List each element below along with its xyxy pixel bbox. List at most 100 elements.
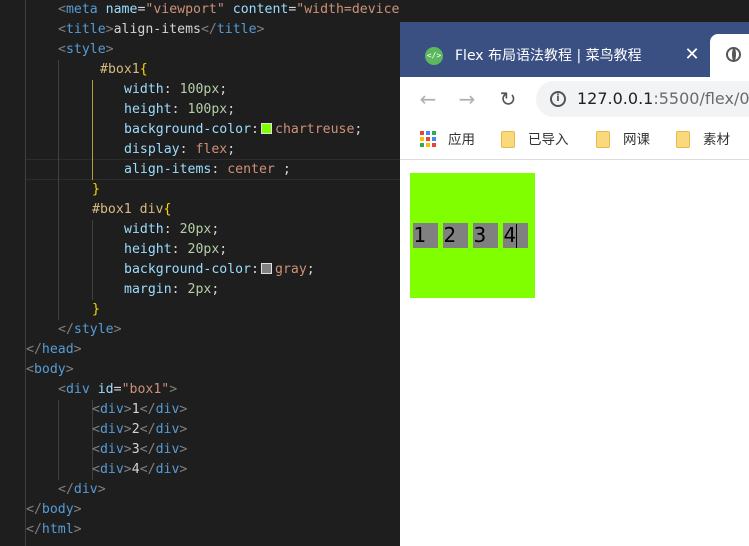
code-line: #box1 div{ xyxy=(0,200,400,220)
bookmark-course[interactable]: 网课 xyxy=(623,130,650,150)
code-token: 100px xyxy=(187,102,228,117)
apps-grid-icon[interactable] xyxy=(420,131,437,148)
code-token: : xyxy=(179,142,196,157)
code-token: 1 xyxy=(131,402,140,417)
code-line: <title>align-items</title> xyxy=(0,20,400,40)
tab-localhost[interactable] xyxy=(710,34,749,77)
code-token: > xyxy=(123,402,132,417)
code-token: content xyxy=(232,2,289,17)
code-token: </ xyxy=(26,342,42,357)
code-token: center xyxy=(227,162,275,177)
flex-item-4-text: 4 xyxy=(503,223,517,247)
code-token: flex xyxy=(195,142,228,157)
text-cursor xyxy=(515,224,517,248)
forward-button[interactable]: → xyxy=(455,87,479,111)
code-token: < xyxy=(26,362,34,377)
code-line: height: 20px; xyxy=(0,240,400,260)
code-token: = xyxy=(113,382,122,397)
code-token: > xyxy=(105,22,114,37)
reload-button[interactable]: ↻ xyxy=(496,87,520,111)
code-token: gray xyxy=(275,262,307,277)
code-token: > xyxy=(179,402,188,417)
code-token: div xyxy=(155,422,180,437)
code-token: html xyxy=(41,522,74,537)
code-token: < xyxy=(58,382,66,397)
code-token: > xyxy=(256,22,265,37)
code-token: div xyxy=(65,382,90,397)
color-swatch-icon[interactable] xyxy=(261,263,272,274)
browser-window[interactable]: Flex 布局语法教程 | 菜鸟教程 ✕ ← → ↻ i 127.0.0.1:5… xyxy=(400,22,749,546)
code-token: id xyxy=(97,382,114,397)
code-token: > xyxy=(179,442,188,457)
code-token: > xyxy=(73,502,82,517)
close-tab-icon[interactable]: ✕ xyxy=(682,44,702,66)
code-token: ; xyxy=(354,122,363,137)
code-token: div xyxy=(155,402,180,417)
info-icon[interactable]: i xyxy=(550,91,566,107)
bookmark-imported[interactable]: 已导入 xyxy=(528,130,569,150)
code-token: div xyxy=(99,462,124,477)
color-swatch-icon[interactable] xyxy=(261,123,272,134)
code-editor[interactable]: <meta name="viewport" content="width=dev… xyxy=(0,0,400,546)
code-line: } xyxy=(0,180,400,200)
code-token: div xyxy=(99,442,124,457)
code-token: : xyxy=(171,282,188,297)
bookmark-material[interactable]: 素材 xyxy=(703,130,730,150)
runoob-favicon-icon xyxy=(425,47,443,65)
code-token: width xyxy=(124,82,164,97)
code-token: ; xyxy=(306,262,315,277)
code-token: < xyxy=(58,22,66,37)
code-token: div xyxy=(155,462,180,477)
code-token: < xyxy=(92,442,100,457)
code-line: width: 100px; xyxy=(0,80,400,100)
flex-item-3: 3 xyxy=(472,223,498,248)
bookmark-apps[interactable]: 应用 xyxy=(448,130,475,150)
code-token: : xyxy=(211,162,228,177)
code-line: } xyxy=(0,300,400,320)
code-line: <div>2</div> xyxy=(0,420,400,440)
code-token: div xyxy=(99,402,124,417)
code-token: < xyxy=(92,422,100,437)
code-token: } xyxy=(92,182,100,197)
code-token: < xyxy=(58,2,66,17)
code-token: </ xyxy=(200,22,217,37)
code-line: width: 20px; xyxy=(0,220,400,240)
url-host: 127.0.0.1 xyxy=(577,89,654,108)
code-token: < xyxy=(92,402,100,417)
address-bar[interactable]: i 127.0.0.1:5500/flex/0 xyxy=(536,81,749,117)
code-token: "box1" xyxy=(121,382,170,397)
code-line: <div>1</div> xyxy=(0,400,400,420)
code-token: } xyxy=(92,302,100,317)
code-line: <style> xyxy=(0,40,400,60)
code-token: meta xyxy=(65,2,98,17)
code-token: > xyxy=(73,342,82,357)
code-token: : xyxy=(163,222,180,237)
url-path: :5500/flex/0 xyxy=(653,89,749,108)
code-token: 4 xyxy=(131,462,140,477)
code-token: #box1 div xyxy=(92,202,164,217)
code-token: > xyxy=(105,42,114,57)
code-token: : xyxy=(163,82,180,97)
globe-icon xyxy=(726,47,741,62)
code-token: height xyxy=(124,102,172,117)
code-line: </html> xyxy=(0,520,400,540)
code-line: background-color: gray; xyxy=(0,260,400,280)
code-token: align-items xyxy=(113,22,201,37)
code-token: 2 xyxy=(131,422,140,437)
code-token: "viewport" xyxy=(145,2,225,17)
code-line: margin: 2px; xyxy=(0,280,400,300)
code-token: 100px xyxy=(179,82,220,97)
code-line: #box1{ xyxy=(0,60,400,80)
code-token: > xyxy=(123,442,132,457)
back-button[interactable]: ← xyxy=(416,87,440,111)
tab-flex-tutorial[interactable]: Flex 布局语法教程 | 菜鸟教程 ✕ xyxy=(400,34,706,77)
code-token: width xyxy=(124,222,164,237)
code-token: </ xyxy=(139,402,156,417)
code-line: background-color: chartreuse; xyxy=(0,120,400,140)
code-token: style xyxy=(73,322,114,337)
tab-title: Flex 布局语法教程 | 菜鸟教程 xyxy=(455,48,642,64)
code-token: < xyxy=(92,462,100,477)
